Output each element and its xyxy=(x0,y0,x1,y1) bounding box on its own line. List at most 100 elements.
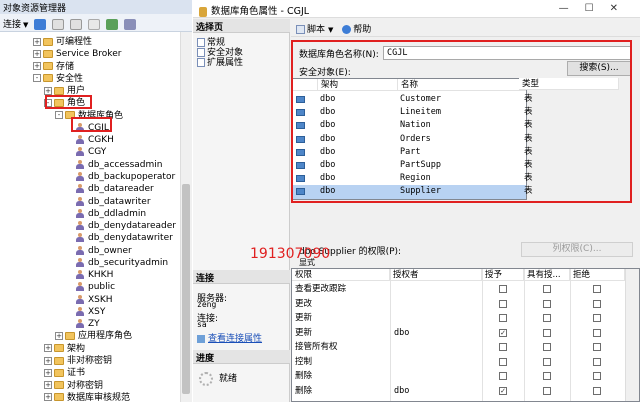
expand-icon[interactable]: + xyxy=(44,86,52,95)
permission-row[interactable]: 删除 xyxy=(292,370,624,383)
deny-checkbox[interactable] xyxy=(593,357,601,366)
tree-item[interactable]: XSY xyxy=(76,306,105,318)
grant-checkbox[interactable] xyxy=(499,299,507,308)
connect-engine-icon[interactable] xyxy=(34,19,47,30)
tree-item[interactable]: ZY xyxy=(76,318,100,330)
collapse-icon[interactable]: - xyxy=(33,74,41,83)
deny-checkbox[interactable] xyxy=(593,328,601,337)
expand-icon[interactable]: + xyxy=(44,381,52,390)
deny-checkbox[interactable] xyxy=(593,314,601,322)
tree-item[interactable]: + 对称密钥 xyxy=(44,380,103,392)
perm-col-with-grant[interactable]: 具有授... xyxy=(524,269,570,281)
expand-icon[interactable]: + xyxy=(44,368,52,377)
deny-checkbox[interactable] xyxy=(593,372,601,380)
permission-row[interactable]: 更改 xyxy=(292,298,624,311)
permission-row[interactable]: 删除 dbo ✓ xyxy=(292,385,624,398)
connect-dropdown-icon[interactable]: ▼ xyxy=(23,21,28,29)
expand-icon[interactable]: + xyxy=(44,393,52,402)
permission-row[interactable]: 更新 dbo ✓ xyxy=(292,327,624,340)
permission-row[interactable]: 更新 xyxy=(292,312,624,325)
grant-checkbox[interactable] xyxy=(499,343,507,351)
script-icon[interactable] xyxy=(296,25,305,34)
stop-icon[interactable] xyxy=(70,19,83,30)
grant-checkbox[interactable] xyxy=(499,285,507,293)
with-checkbox[interactable] xyxy=(543,328,551,337)
grant-checkbox[interactable] xyxy=(499,314,507,322)
disconnect-icon[interactable] xyxy=(52,19,65,30)
table-row[interactable]: dbo Supplier 表 xyxy=(292,185,533,199)
table-row[interactable]: dbo Nation 表 xyxy=(292,119,533,132)
perm-col-grantor[interactable]: 授权者 xyxy=(390,269,482,281)
with-checkbox[interactable] xyxy=(543,285,551,293)
page-item[interactable]: 扩展属性 xyxy=(197,55,243,68)
search-button[interactable]: 搜索(S)... xyxy=(567,61,631,76)
col-name-header[interactable]: 名称 xyxy=(398,79,520,91)
deny-checkbox[interactable] xyxy=(593,299,601,308)
tree-item[interactable]: CGJL xyxy=(76,122,109,134)
refresh-icon[interactable] xyxy=(105,19,118,30)
tree-item[interactable]: db_owner xyxy=(76,245,132,257)
col-type-header[interactable]: 类型 xyxy=(519,78,619,90)
view-connection-properties-text[interactable]: 查看连接属性 xyxy=(208,334,262,344)
tree-item[interactable]: + 存储 xyxy=(33,61,74,73)
help-icon[interactable] xyxy=(342,25,352,34)
script-dropdown-icon[interactable]: ▼ xyxy=(328,26,333,34)
tree-item[interactable]: db_denydatareader xyxy=(76,220,176,232)
with-checkbox[interactable] xyxy=(543,372,551,380)
tree-item[interactable]: + Service Broker xyxy=(33,48,121,60)
role-name-field[interactable]: CGJL xyxy=(383,46,631,60)
deny-checkbox[interactable] xyxy=(593,343,601,351)
tree-item[interactable]: db_datawriter xyxy=(76,196,151,208)
permission-row[interactable]: 接管所有权 xyxy=(292,341,624,354)
grant-checkbox[interactable]: ✓ xyxy=(499,328,507,337)
grant-checkbox[interactable]: ✓ xyxy=(499,386,507,395)
table-row[interactable]: dbo Lineitem 表 xyxy=(292,106,533,119)
tree-item[interactable]: - 角色 xyxy=(44,97,85,109)
collapse-icon[interactable]: - xyxy=(44,98,52,107)
script-button[interactable]: 脚本 xyxy=(307,25,325,35)
tree-item[interactable]: XSKH xyxy=(76,294,113,306)
permissions-scrollbar[interactable] xyxy=(625,269,639,401)
permission-row[interactable]: 控制 xyxy=(292,356,624,369)
tree-item[interactable]: CGKH xyxy=(76,134,114,146)
tree-item[interactable]: db_accessadmin xyxy=(76,159,162,171)
table-row[interactable]: dbo PartSupp 表 xyxy=(292,159,533,172)
tree-item[interactable]: - 安全性 xyxy=(33,73,83,85)
tree-item[interactable]: db_datareader xyxy=(76,183,154,195)
grant-checkbox[interactable] xyxy=(499,357,507,366)
tree-item[interactable]: db_denydatawriter xyxy=(76,232,173,244)
expand-icon[interactable]: + xyxy=(44,344,52,353)
grant-checkbox[interactable] xyxy=(499,372,507,380)
tree-item[interactable]: CGY xyxy=(76,146,106,158)
column-permissions-button[interactable]: 列权限(C)... xyxy=(521,242,633,257)
with-checkbox[interactable] xyxy=(543,299,551,308)
with-checkbox[interactable] xyxy=(543,386,551,395)
tree-item[interactable]: KHKH xyxy=(76,269,113,281)
expand-icon[interactable]: + xyxy=(33,37,41,46)
with-checkbox[interactable] xyxy=(543,314,551,322)
table-row[interactable]: dbo Orders 表 xyxy=(292,133,533,146)
tree-item[interactable]: db_ddladmin xyxy=(76,208,146,220)
perm-col-permission[interactable]: 权限 xyxy=(292,269,390,281)
view-connection-properties-link[interactable]: 查看连接属性 xyxy=(197,331,262,344)
connect-button[interactable]: 连接 xyxy=(3,20,21,30)
object-explorer-scroll-thumb[interactable] xyxy=(182,184,190,394)
expand-icon[interactable]: + xyxy=(55,331,63,340)
tree-item[interactable]: db_backupoperator xyxy=(76,171,175,183)
expand-icon[interactable]: + xyxy=(33,62,41,71)
permissions-table[interactable]: 权限 授权者 授予 具有授... 拒绝 查看更改跟踪 更改 更新 更新 dbo ✓ 接管所有… xyxy=(291,268,640,402)
table-row[interactable]: dbo Customer 表 xyxy=(292,93,533,106)
tree-item[interactable]: + 架构 xyxy=(44,343,85,355)
perm-col-grant[interactable]: 授予 xyxy=(482,269,524,281)
col-schema-header[interactable]: 架构 xyxy=(318,79,398,91)
with-checkbox[interactable] xyxy=(543,343,551,351)
tree-item[interactable]: + 用户 xyxy=(44,85,85,97)
tree-item[interactable]: + 证书 xyxy=(44,367,85,379)
securables-table[interactable]: 架构 名称 dbo Customer 表 dbo Lineitem 表 dbo Nation 表… xyxy=(291,78,533,200)
tree-item[interactable]: + 非对称密钥 xyxy=(44,355,112,367)
help-button[interactable]: 帮助 xyxy=(353,25,371,35)
table-row[interactable]: dbo Region 表 xyxy=(292,172,533,185)
expand-icon[interactable]: + xyxy=(33,49,41,58)
tree-item[interactable]: + 可编程性 xyxy=(33,36,92,48)
with-checkbox[interactable] xyxy=(543,357,551,366)
